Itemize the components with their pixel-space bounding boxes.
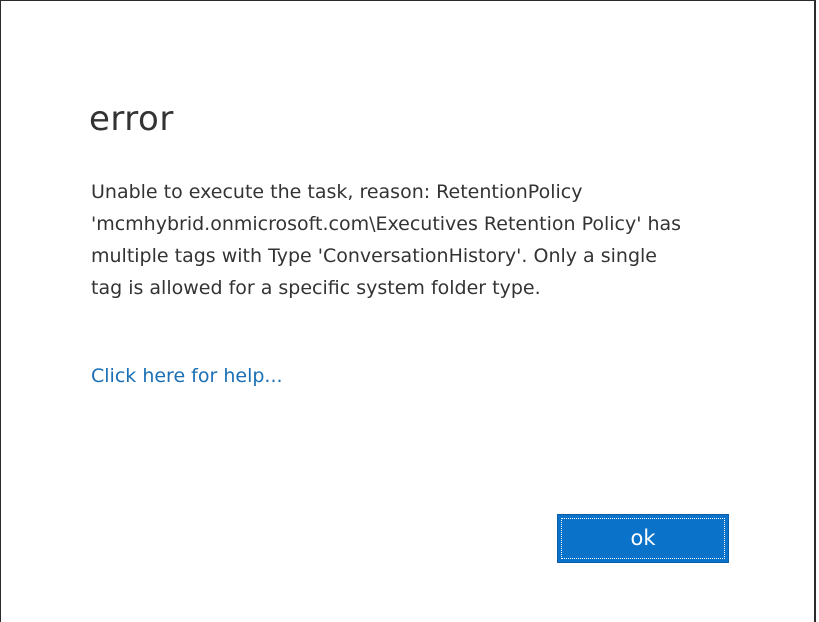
dialog-title: error <box>89 99 174 139</box>
ok-button-label: ok <box>630 526 656 550</box>
error-message-line: tag is allowed for a specific system fol… <box>91 277 541 299</box>
error-message-line: multiple tags with Type 'ConversationHis… <box>91 245 657 267</box>
error-message-line: 'mcmhybrid.onmicrosoft.com\Executives Re… <box>91 213 682 235</box>
error-dialog: error Unable to execute the task, reason… <box>0 0 816 622</box>
ok-button[interactable]: ok <box>557 514 729 563</box>
error-message: Unable to execute the task, reason: Rete… <box>91 176 771 304</box>
help-link[interactable]: Click here for help... <box>91 362 283 390</box>
error-message-line: Unable to execute the task, reason: Rete… <box>91 181 583 203</box>
